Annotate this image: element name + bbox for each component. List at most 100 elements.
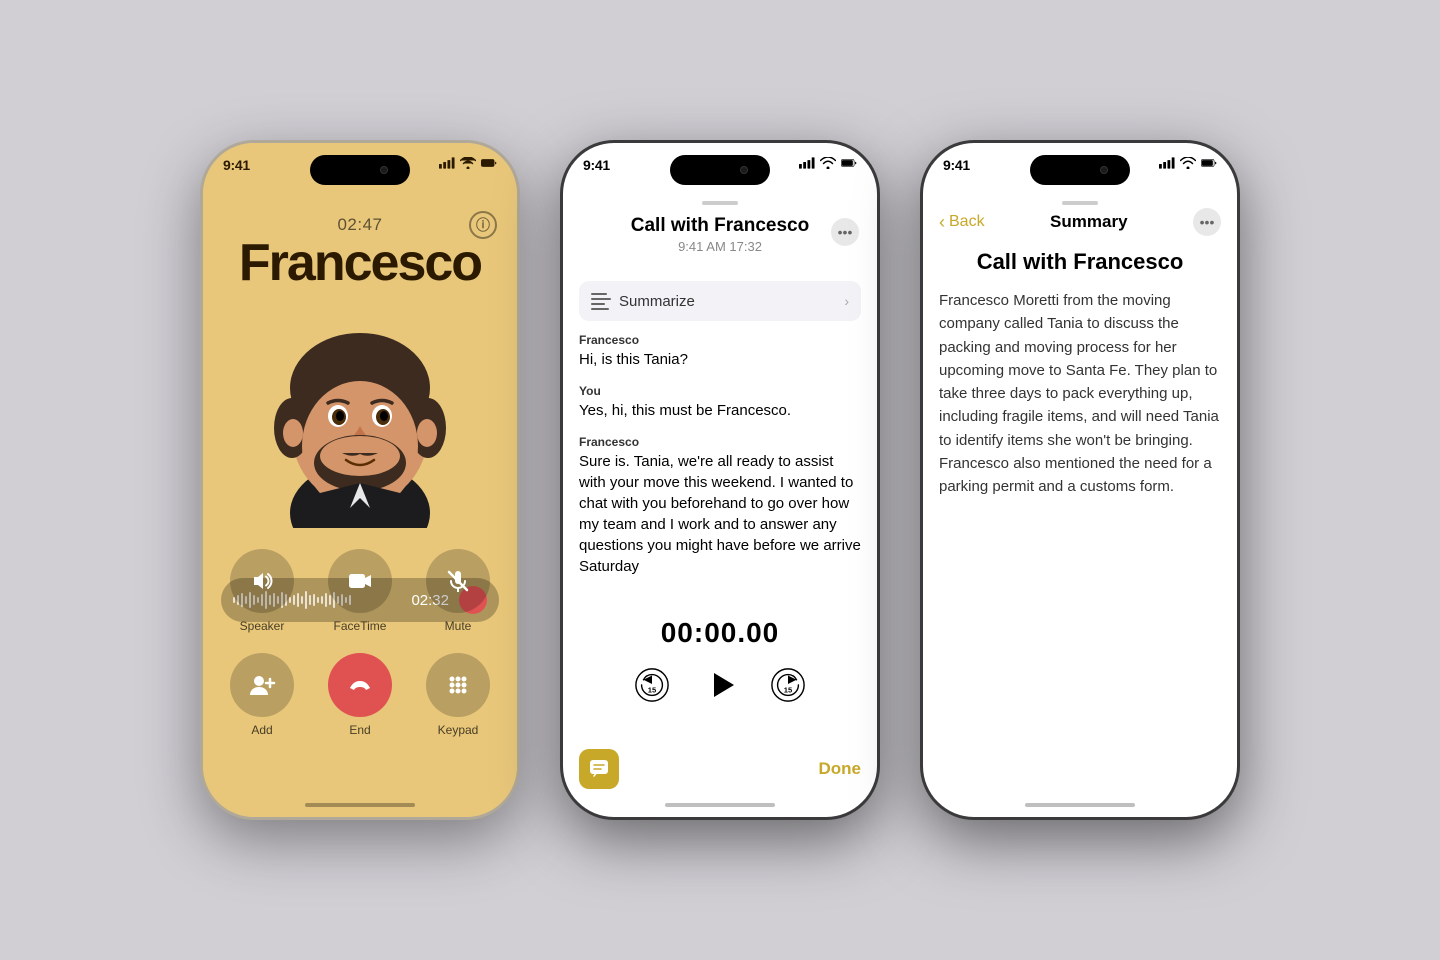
battery-icon-3 (1201, 157, 1217, 169)
dynamic-island (310, 155, 410, 185)
summary-navigation: ‹ Back Summary ••• (923, 208, 1237, 236)
camera-dot-2 (740, 166, 748, 174)
mute-label: Mute (445, 619, 472, 633)
end-button[interactable]: End (321, 653, 399, 737)
call-buttons-grid: Speaker FaceTime (203, 549, 517, 737)
camera-dot-3 (1100, 166, 1108, 174)
keypad-label: Keypad (438, 723, 479, 737)
svg-text:15: 15 (648, 686, 656, 695)
mute-button[interactable]: Mute (419, 549, 497, 633)
dynamic-island-2 (670, 155, 770, 185)
summarize-icon (591, 292, 611, 310)
mute-icon (444, 567, 472, 595)
summary-body: Francesco Moretti from the moving compan… (939, 289, 1221, 498)
caller-name: Francesco (203, 235, 517, 292)
status-icons-2 (799, 157, 857, 169)
transcript-background: Call with Francesco 9:41 AM 17:32 ••• Su… (563, 143, 877, 817)
summary-content: Call with Francesco Francesco Moretti fr… (939, 249, 1221, 498)
home-bar-3 (1025, 803, 1135, 807)
more-options-button[interactable]: ••• (831, 218, 859, 246)
status-icons-1 (439, 157, 497, 169)
speaker-circle (230, 549, 294, 613)
keypad-button[interactable]: Keypad (419, 653, 497, 737)
wifi-icon-2 (820, 157, 836, 169)
phone-summary-screen: 9:41 ‹ Back (920, 140, 1240, 820)
home-bar-2 (665, 803, 775, 807)
timer-display: 00:00.00 (661, 617, 780, 649)
dynamic-island-3 (1030, 155, 1130, 185)
end-label: End (349, 723, 370, 737)
speaker-1: You (579, 384, 861, 398)
mute-circle (426, 549, 490, 613)
add-circle (230, 653, 294, 717)
add-button[interactable]: Add (223, 653, 301, 737)
play-button[interactable] (698, 663, 742, 707)
done-button[interactable]: Done (819, 759, 862, 779)
wifi-icon (460, 157, 476, 169)
home-bar-1 (305, 803, 415, 807)
signal-icon-3 (1159, 157, 1175, 169)
facetime-button[interactable]: FaceTime (321, 549, 399, 633)
chat-icon (588, 758, 610, 780)
add-label: Add (251, 723, 272, 737)
playback-controls: 15 15 (634, 663, 806, 707)
speaker-label: Speaker (240, 619, 285, 633)
add-person-icon (248, 671, 276, 699)
scroll-indicator-3 (1062, 201, 1098, 205)
speaker-button[interactable]: Speaker (223, 549, 301, 633)
signal-icon-2 (799, 157, 815, 169)
play-icon (698, 663, 742, 707)
call-background: ⓘ 02:47 Francesco (203, 143, 517, 817)
camera-dot (380, 166, 388, 174)
wifi-icon-3 (1180, 157, 1196, 169)
caller-avatar (260, 298, 460, 528)
call-duration: 02:47 (203, 215, 517, 235)
rewind-icon: 15 (634, 666, 670, 704)
status-time-2: 9:41 (583, 157, 610, 173)
battery-icon (481, 157, 497, 169)
end-call-icon (345, 670, 375, 700)
memoji-svg (260, 298, 460, 528)
transcript-content: Francesco Hi, is this Tania? You Yes, hi… (579, 333, 861, 657)
transcript-title: Call with Francesco (563, 215, 877, 237)
transcript-text-1: Yes, hi, this must be Francesco. (579, 400, 861, 421)
transcript-header: Call with Francesco 9:41 AM 17:32 (563, 215, 877, 254)
phone2-bottom-bar: Done (579, 749, 861, 789)
scroll-indicator-2 (702, 201, 738, 205)
forward-button[interactable]: 15 (770, 667, 806, 703)
status-time-3: 9:41 (943, 157, 970, 173)
signal-icon (439, 157, 455, 169)
nav-title: Summary (985, 212, 1193, 232)
keypad-icon (444, 671, 472, 699)
status-icons-3 (1159, 157, 1217, 169)
summary-background: ‹ Back Summary ••• Call with Francesco F… (923, 143, 1237, 817)
timer-area: 00:00.00 15 (563, 617, 877, 707)
rewind-button[interactable]: 15 (634, 667, 670, 703)
phone-transcript-screen: 9:41 Call with Francesco (560, 140, 880, 820)
summary-more-button[interactable]: ••• (1193, 208, 1221, 236)
transcript-text-0: Hi, is this Tania? (579, 349, 861, 370)
speaker-icon (248, 567, 276, 595)
end-circle (328, 653, 392, 717)
keypad-circle (426, 653, 490, 717)
facetime-icon (346, 567, 374, 595)
summarize-button[interactable]: Summarize › (579, 281, 861, 321)
facetime-circle (328, 549, 392, 613)
summarize-label: Summarize (619, 293, 836, 310)
phone-call-screen: 9:41 ⓘ 02:47 France (200, 140, 520, 820)
summary-title: Call with Francesco (939, 249, 1221, 275)
back-chevron-icon: ‹ (939, 212, 945, 233)
back-label: Back (949, 213, 985, 231)
chat-icon-button[interactable] (579, 749, 619, 789)
status-time-1: 9:41 (223, 157, 250, 173)
speaker-0: Francesco (579, 333, 861, 347)
svg-text:15: 15 (784, 686, 792, 695)
back-button[interactable]: ‹ Back (939, 212, 985, 233)
transcript-subtitle: 9:41 AM 17:32 (563, 239, 877, 254)
speaker-2: Francesco (579, 435, 861, 449)
forward-icon: 15 (770, 666, 806, 704)
facetime-label: FaceTime (334, 619, 387, 633)
transcript-text-2: Sure is. Tania, we're all ready to assis… (579, 451, 861, 577)
battery-icon-2 (841, 157, 857, 169)
chevron-right-icon: › (844, 293, 849, 309)
